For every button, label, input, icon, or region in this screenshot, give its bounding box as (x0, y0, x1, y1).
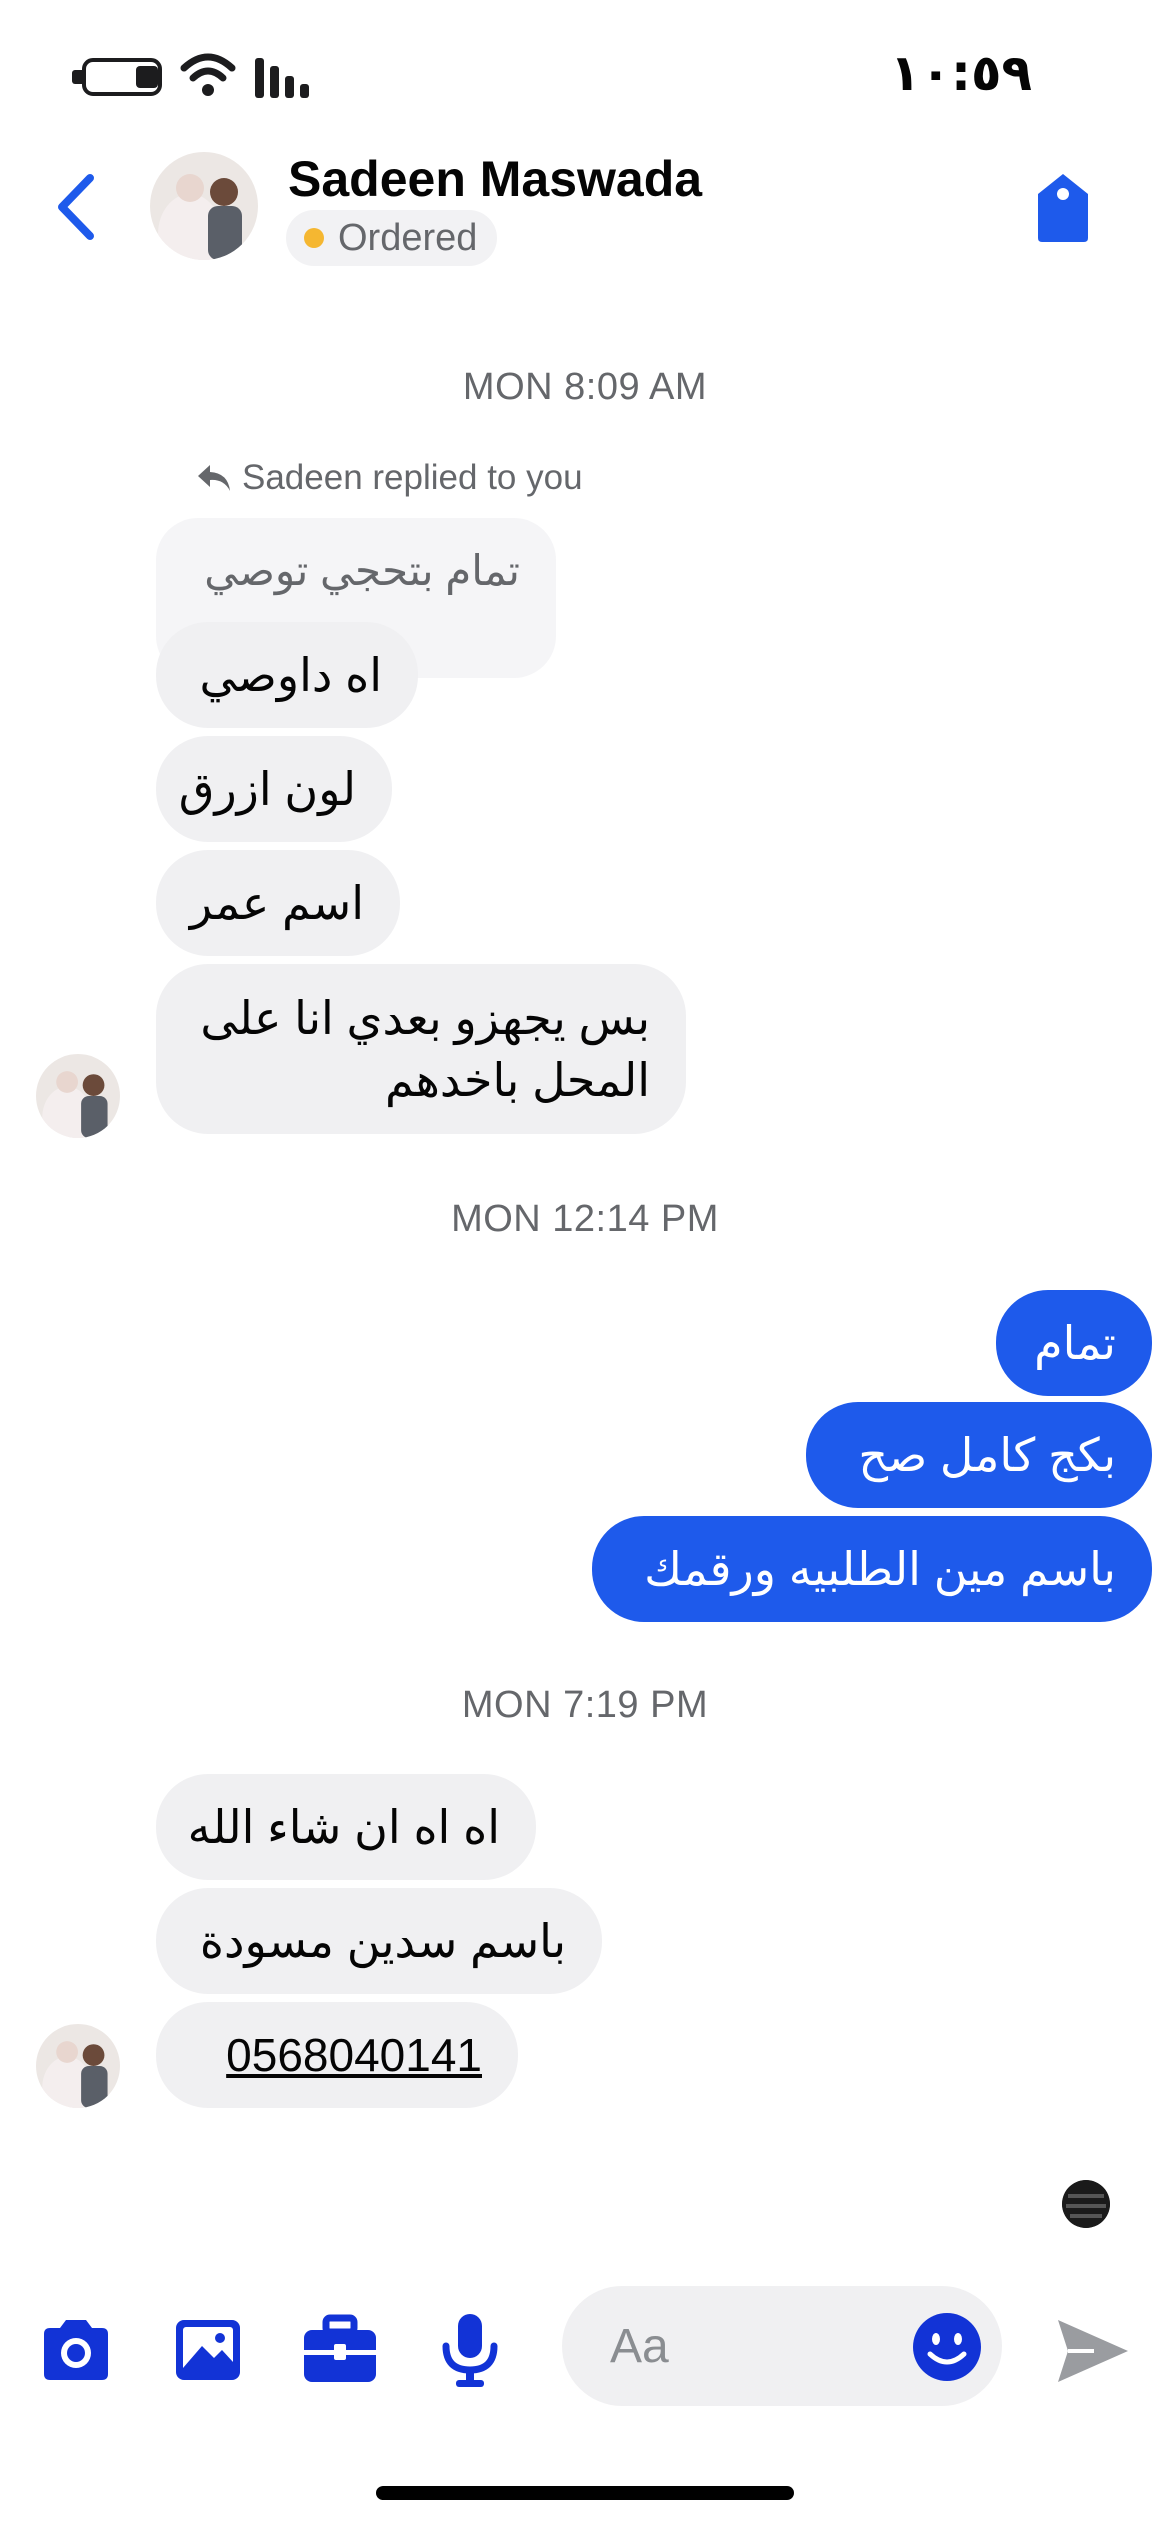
reply-note: Sadeen replied to you (196, 458, 583, 498)
status-dot (304, 228, 324, 248)
read-receipt-avatar (1062, 2180, 1110, 2228)
timestamp: MON 8:09 AM (462, 366, 708, 408)
send-icon[interactable] (1054, 2316, 1130, 2386)
outgoing-message[interactable]: تمام (996, 1290, 1152, 1396)
clock: ١٠:٥٩ (889, 44, 1032, 102)
avatar-photo (150, 152, 258, 260)
timestamp: MON 12:14 PM (451, 1198, 719, 1240)
phone-number-link[interactable]: 0568040141 (226, 2024, 482, 2086)
avatar-photo (36, 2024, 120, 2108)
reply-arrow-icon (198, 465, 230, 491)
status-bar: ١٠:٥٩ (0, 0, 1170, 140)
incoming-message[interactable]: باسم سدين مسودة (156, 1888, 602, 1994)
sender-avatar[interactable] (36, 1054, 120, 1138)
order-status-badge[interactable]: Ordered (286, 210, 498, 266)
avatar[interactable] (150, 152, 258, 260)
sender-avatar[interactable] (36, 2024, 120, 2108)
incoming-message[interactable]: اه اه ان شاء الله (156, 1774, 536, 1880)
reply-note-text: Sadeen replied to you (242, 458, 583, 497)
read-receipt-image (1062, 2180, 1110, 2228)
incoming-message[interactable]: 0568040141 (156, 2002, 518, 2108)
camera-icon[interactable] (36, 2310, 116, 2390)
battery-icon (82, 58, 162, 96)
tag-icon[interactable] (1032, 172, 1094, 244)
avatar-photo (36, 1054, 120, 1138)
back-chevron-icon[interactable] (52, 172, 102, 242)
battery-level (136, 66, 158, 88)
message-composer (0, 2270, 1170, 2410)
smiley-icon[interactable] (912, 2312, 982, 2382)
gallery-icon[interactable] (168, 2310, 248, 2390)
outgoing-message[interactable]: بكج كامل صح (806, 1402, 1152, 1508)
signal-icon (255, 58, 309, 98)
incoming-message[interactable]: اسم عمر (156, 850, 400, 956)
incoming-message[interactable]: اه داوصي (156, 622, 418, 728)
microphone-icon[interactable] (430, 2310, 510, 2390)
outgoing-message[interactable]: باسم مين الطلبيه ورقمك (592, 1516, 1152, 1622)
timestamp: MON 7:19 PM (461, 1684, 709, 1726)
incoming-message[interactable]: لون ازرق (156, 736, 392, 842)
briefcase-icon[interactable] (300, 2310, 380, 2390)
contact-name: Sadeen Maswada (288, 151, 703, 207)
incoming-message[interactable]: بس يجهزو بعدي انا على المحل باخدهم (156, 964, 686, 1134)
battery-cap (72, 70, 82, 84)
order-status-label: Ordered (338, 217, 478, 259)
wifi-icon (180, 53, 236, 96)
home-indicator[interactable] (376, 2486, 794, 2500)
conversation-header: Sadeen Maswada Ordered (0, 140, 1170, 280)
